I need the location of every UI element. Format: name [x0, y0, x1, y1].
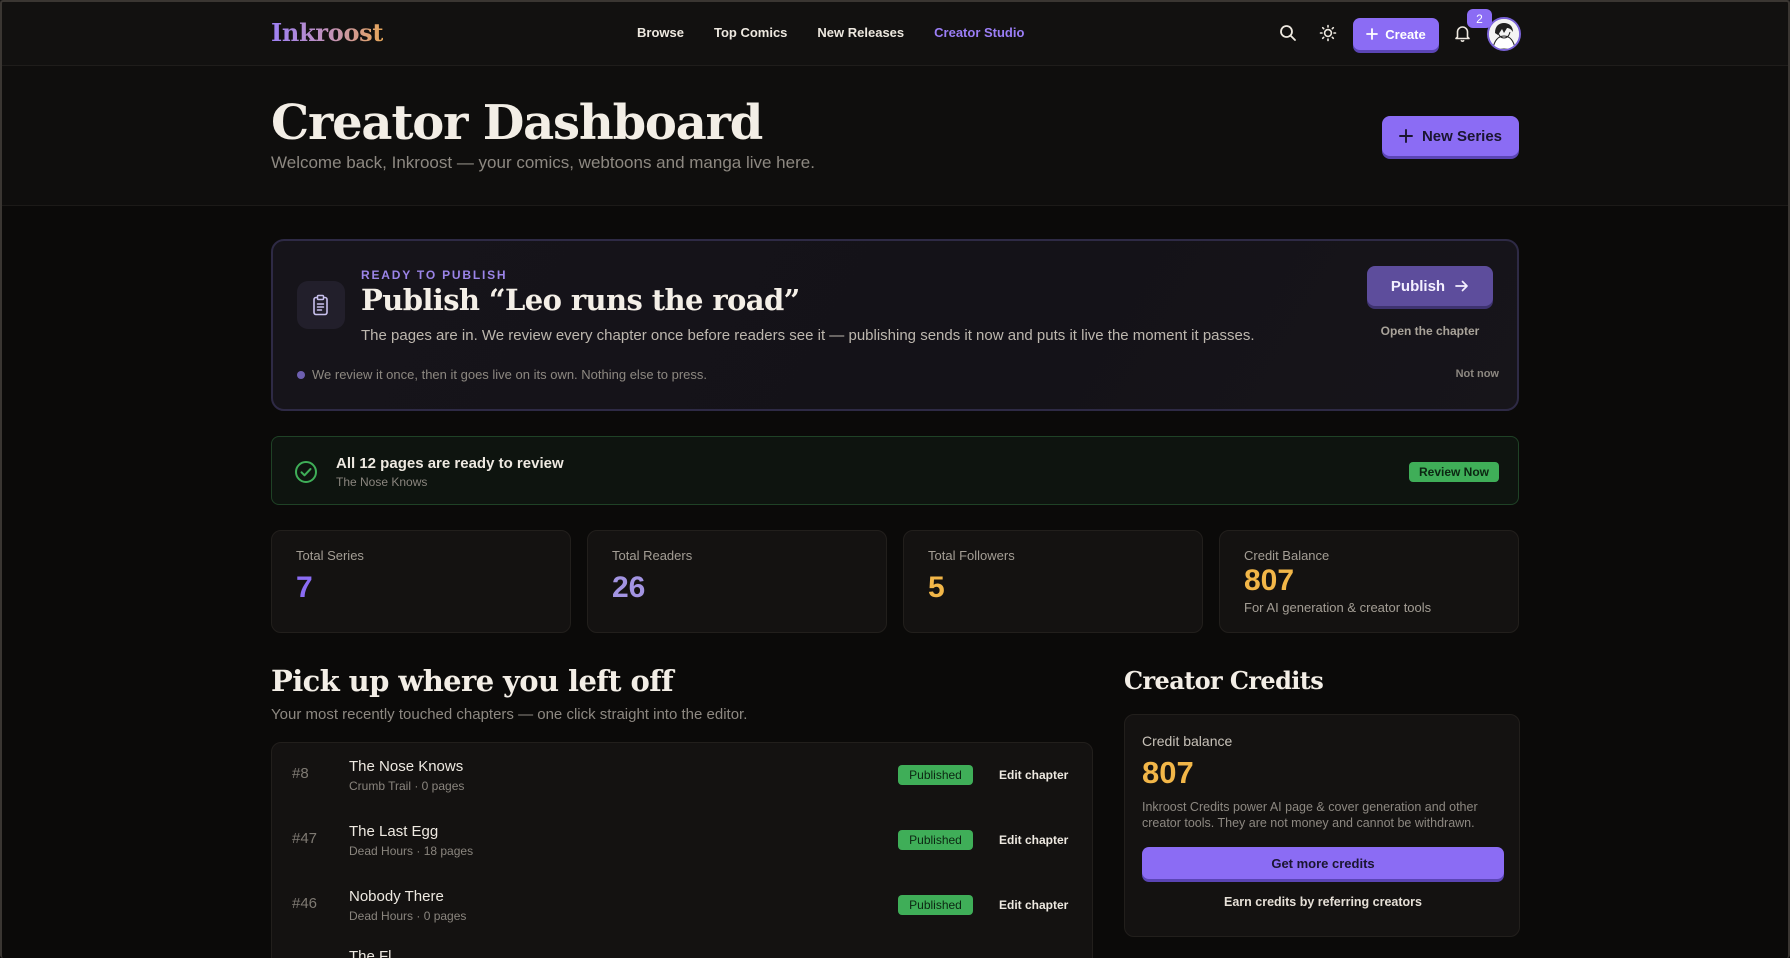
search-icon[interactable]	[1275, 20, 1301, 46]
publish-description: The pages are in. We review every chapte…	[361, 327, 1255, 344]
review-series: The Nose Knows	[336, 475, 428, 489]
edit-chapter-button[interactable]: Edit chapter	[999, 898, 1068, 912]
list-item[interactable]: #47 The Last Egg Dead Hours · 18 pages P…	[272, 808, 1092, 873]
review-now-button[interactable]: Review Now	[1409, 462, 1499, 482]
stat-value: 26	[612, 571, 646, 604]
stat-card-total-followers: Total Followers 5	[903, 530, 1203, 633]
status-badge: Published	[898, 830, 973, 850]
edit-chapter-button[interactable]: Edit chapter	[999, 768, 1068, 782]
credit-balance-label: Credit balance	[1142, 733, 1233, 749]
stat-label: Total Followers	[928, 548, 1015, 563]
status-badge: Published	[898, 765, 973, 785]
page-header: Creator Dashboard Welcome back, Inkroost…	[0, 66, 1790, 206]
sun-icon[interactable]	[1315, 20, 1341, 46]
publish-title: Publish “Leo runs the road”	[361, 283, 800, 317]
chapter-meta: Dead Hours · 18 pages	[349, 844, 474, 858]
page-subtitle: Welcome back, Inkroost — your comics, we…	[271, 153, 815, 172]
notification-badge: 2	[1467, 9, 1492, 28]
avatar[interactable]	[1487, 17, 1521, 51]
status-dot-icon	[297, 371, 305, 379]
recent-section-subtitle: Your most recently touched chapters — on…	[271, 706, 748, 723]
credits-description: Inkroost Credits power AI page & cover g…	[1142, 800, 1478, 830]
publish-note: We review it once, then it goes live on …	[312, 367, 708, 382]
nav-link-creator-studio[interactable]: Creator Studio	[934, 25, 1024, 40]
new-series-label: New Series	[1421, 127, 1503, 145]
publish-eyebrow: READY TO PUBLISH	[361, 268, 508, 282]
get-more-credits-button[interactable]: Get more credits	[1142, 847, 1504, 879]
chapter-title: The Last Egg	[349, 823, 439, 840]
plus-icon	[1366, 28, 1379, 40]
open-chapter-link[interactable]: Open the chapter	[1367, 324, 1493, 338]
stat-label: Credit Balance	[1244, 548, 1330, 563]
chapter-title: The Fl	[349, 948, 392, 958]
logo[interactable]: Inkroost	[271, 18, 383, 47]
chapter-number: #8	[292, 765, 309, 782]
credits-section-title: Creator Credits	[1124, 666, 1324, 695]
arrow-right-icon	[1455, 280, 1468, 292]
review-title: All 12 pages are ready to review	[336, 455, 564, 472]
top-nav: Inkroost Browse Top Comics New Releases …	[0, 0, 1790, 66]
stat-value: 5	[928, 571, 945, 604]
chapter-number: #47	[292, 830, 318, 847]
not-now-button[interactable]: Not now	[1456, 368, 1499, 380]
publish-card: READY TO PUBLISH Publish “Leo runs the r…	[271, 239, 1519, 411]
list-item[interactable]: The Fl	[272, 938, 1092, 958]
stat-subtext: For AI generation & creator tools	[1244, 600, 1432, 615]
stat-card-total-readers: Total Readers 26	[587, 530, 887, 633]
recent-section-title: Pick up where you left off	[271, 664, 674, 698]
credit-balance-value: 807	[1142, 755, 1194, 790]
stat-value: 7	[296, 571, 313, 604]
create-button-label: Create	[1385, 26, 1426, 42]
check-circle-icon	[295, 461, 317, 483]
create-button[interactable]: Create	[1353, 18, 1439, 50]
nav-link-new-releases[interactable]: New Releases	[817, 25, 904, 40]
publish-button[interactable]: Publish	[1367, 266, 1493, 306]
recent-chapters-list: #8 The Nose Knows Crumb Trail · 0 pages …	[271, 742, 1093, 958]
list-item[interactable]: #8 The Nose Knows Crumb Trail · 0 pages …	[272, 743, 1092, 808]
stat-label: Total Readers	[612, 548, 693, 563]
page-title: Creator Dashboard	[271, 95, 763, 151]
stat-label: Total Series	[296, 548, 364, 563]
list-item[interactable]: #46 Nobody There Dead Hours · 0 pages Pu…	[272, 873, 1092, 938]
chapter-meta: Crumb Trail · 0 pages	[349, 779, 465, 793]
new-series-button[interactable]: New Series	[1382, 116, 1519, 156]
review-banner: All 12 pages are ready to review The Nos…	[271, 436, 1519, 505]
status-badge: Published	[898, 895, 973, 915]
stat-card-credit-balance: Credit Balance 807 For AI generation & c…	[1219, 530, 1519, 633]
referral-link[interactable]: Earn credits by referring creators	[1142, 895, 1504, 909]
chapter-title: The Nose Knows	[349, 758, 464, 775]
edit-chapter-button[interactable]: Edit chapter	[999, 833, 1068, 847]
publish-button-label: Publish	[1390, 277, 1446, 295]
credits-card: Credit balance 807 Inkroost Credits powe…	[1124, 714, 1520, 937]
chapter-title: Nobody There	[349, 888, 444, 905]
plus-icon	[1399, 129, 1413, 143]
chapter-number: #46	[292, 895, 318, 912]
nav-links: Browse Top Comics New Releases Creator S…	[637, 25, 1054, 40]
chapter-meta: Dead Hours · 0 pages	[349, 909, 467, 923]
stat-value: 807	[1244, 564, 1295, 597]
nav-link-browse[interactable]: Browse	[637, 25, 684, 40]
nav-link-top-comics[interactable]: Top Comics	[714, 25, 787, 40]
stat-card-total-series: Total Series 7	[271, 530, 571, 633]
clipboard-icon	[297, 281, 345, 329]
